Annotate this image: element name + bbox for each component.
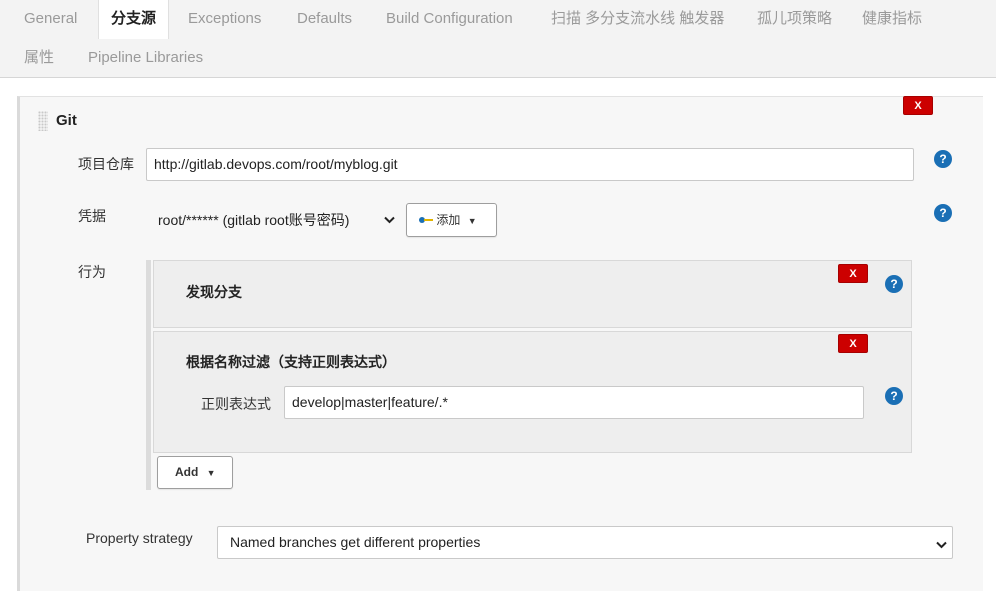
tab-defaults[interactable]: Defaults bbox=[295, 0, 354, 39]
credentials-label: 凭据 bbox=[78, 208, 106, 224]
tab-build-configuration[interactable]: Build Configuration bbox=[384, 0, 515, 39]
delete-behavior-button[interactable]: X bbox=[838, 264, 868, 283]
add-behavior-label: Add bbox=[175, 465, 199, 479]
help-icon[interactable]: ? bbox=[934, 150, 952, 168]
tab-properties[interactable]: 属性 bbox=[22, 39, 56, 78]
behavior-title: 根据名称过滤（支持正则表达式） bbox=[186, 354, 396, 370]
property-strategy-selected-value: Named branches get different properties bbox=[230, 534, 481, 550]
key-icon bbox=[419, 213, 436, 227]
behavior-title: 发现分支 bbox=[186, 284, 242, 300]
behaviors-label: 行为 bbox=[78, 264, 106, 280]
add-credentials-label: 添加 bbox=[436, 213, 461, 227]
chevron-down-icon bbox=[384, 213, 395, 227]
drag-handle-icon[interactable] bbox=[38, 111, 48, 131]
help-icon[interactable]: ? bbox=[885, 275, 903, 293]
regex-label: 正则表达式 bbox=[201, 396, 271, 412]
section-title-git: Git bbox=[56, 112, 77, 129]
add-behavior-button[interactable]: Add ▼ bbox=[157, 456, 233, 489]
behavior-discover-branches bbox=[153, 260, 912, 328]
help-icon[interactable]: ? bbox=[885, 387, 903, 405]
delete-git-button[interactable]: X bbox=[903, 96, 933, 115]
repo-url-input[interactable]: http://gitlab.devops.com/root/myblog.git bbox=[146, 148, 914, 181]
tab-scan-triggers[interactable]: 扫描 多分支流水线 触发器 bbox=[549, 0, 726, 39]
add-credentials-button[interactable]: 添加 ▼ bbox=[406, 203, 497, 237]
tab-health-metrics[interactable]: 健康指标 bbox=[860, 0, 924, 39]
chevron-down-icon bbox=[936, 538, 947, 552]
regex-input[interactable]: develop|master|feature/.* bbox=[284, 386, 864, 419]
repo-label: 项目仓库 bbox=[78, 156, 134, 172]
tab-exceptions[interactable]: Exceptions bbox=[186, 0, 263, 39]
tab-branch-sources[interactable]: 分支源 bbox=[98, 0, 170, 39]
tab-pipeline-libraries[interactable]: Pipeline Libraries bbox=[86, 39, 205, 78]
delete-behavior-button[interactable]: X bbox=[838, 334, 868, 353]
credentials-selected-value: root/****** (gitlab root账号密码) bbox=[158, 212, 350, 228]
caret-down-icon: ▼ bbox=[467, 216, 477, 226]
tab-orphan-strategy[interactable]: 孤儿项策略 bbox=[755, 0, 834, 39]
property-strategy-select[interactable]: Named branches get different properties bbox=[217, 526, 953, 559]
property-strategy-label: Property strategy bbox=[86, 530, 193, 546]
tab-bar: General 分支源 Exceptions Defaults Build Co… bbox=[0, 0, 996, 78]
help-icon[interactable]: ? bbox=[934, 204, 952, 222]
credentials-select[interactable]: root/****** (gitlab root账号密码) bbox=[158, 204, 400, 237]
caret-down-icon: ▼ bbox=[206, 468, 216, 478]
tab-general[interactable]: General bbox=[22, 0, 79, 39]
